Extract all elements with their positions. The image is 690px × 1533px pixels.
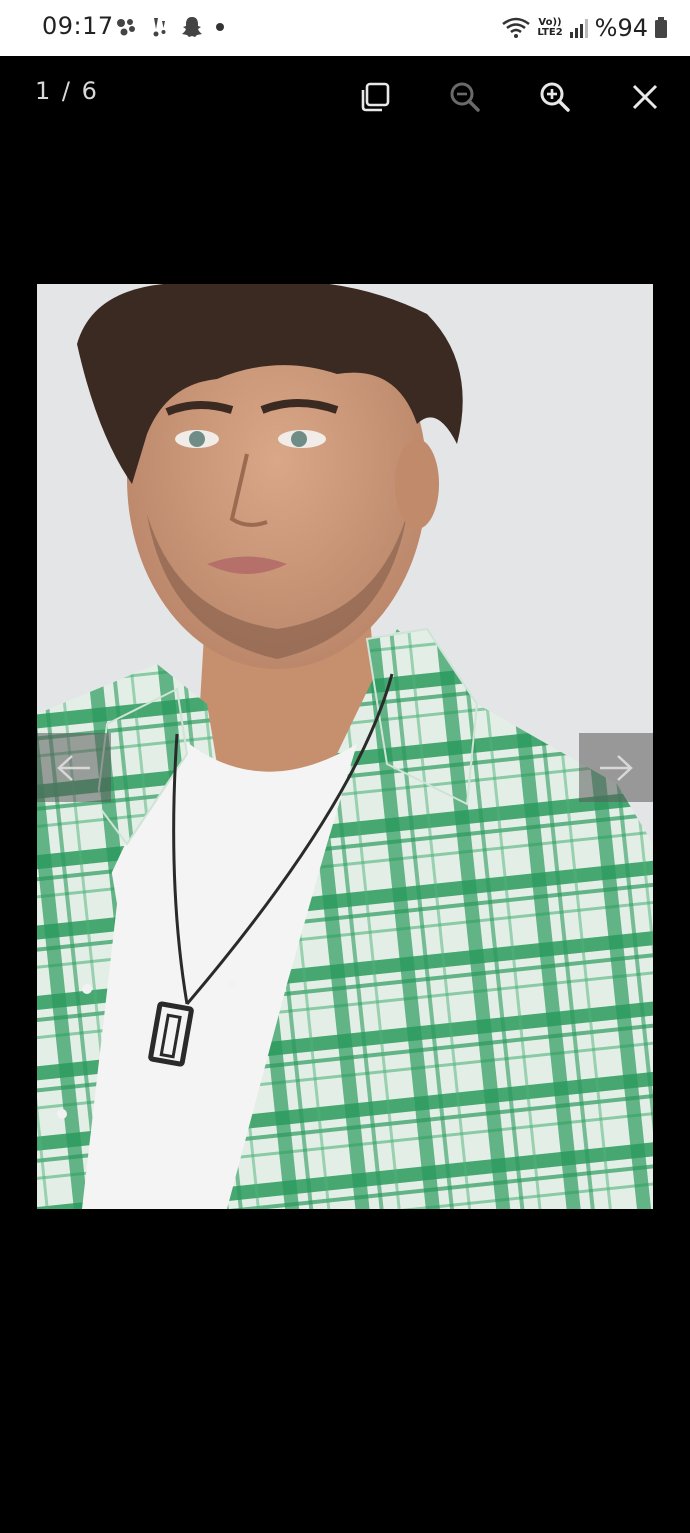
wifi-icon bbox=[502, 17, 531, 38]
zoom-out-icon bbox=[450, 82, 480, 112]
previous-image-button[interactable] bbox=[37, 733, 111, 802]
status-time: 09:17 bbox=[42, 12, 114, 40]
close-button[interactable] bbox=[624, 76, 666, 118]
arrow-left-icon bbox=[57, 754, 90, 781]
notification-icons bbox=[116, 14, 226, 40]
copy-icon bbox=[361, 82, 390, 112]
assistant-icon bbox=[117, 19, 135, 36]
next-image-button[interactable] bbox=[579, 733, 653, 802]
zoom-in-button[interactable] bbox=[534, 76, 576, 118]
close-icon bbox=[632, 84, 658, 110]
image-counter: 1 / 6 bbox=[35, 77, 99, 105]
signal-icon bbox=[569, 19, 588, 38]
product-image[interactable] bbox=[37, 284, 653, 1209]
battery-percentage: %94 bbox=[594, 14, 648, 42]
status-bar: 09:17 Vo)) LTE2 %94 bbox=[0, 0, 690, 56]
snapchat-icon bbox=[182, 17, 202, 37]
zoom-out-button[interactable] bbox=[444, 76, 486, 118]
status-right: Vo)) LTE2 %94 bbox=[501, 10, 668, 46]
vibration-icon bbox=[153, 18, 166, 37]
dot-icon bbox=[216, 23, 224, 31]
arrow-right-icon bbox=[600, 754, 633, 781]
copy-button[interactable] bbox=[354, 76, 396, 118]
zoom-in-icon bbox=[540, 82, 570, 112]
network-type-label: Vo)) LTE2 bbox=[537, 17, 563, 38]
product-photo bbox=[37, 284, 653, 1209]
battery-icon bbox=[655, 17, 667, 38]
